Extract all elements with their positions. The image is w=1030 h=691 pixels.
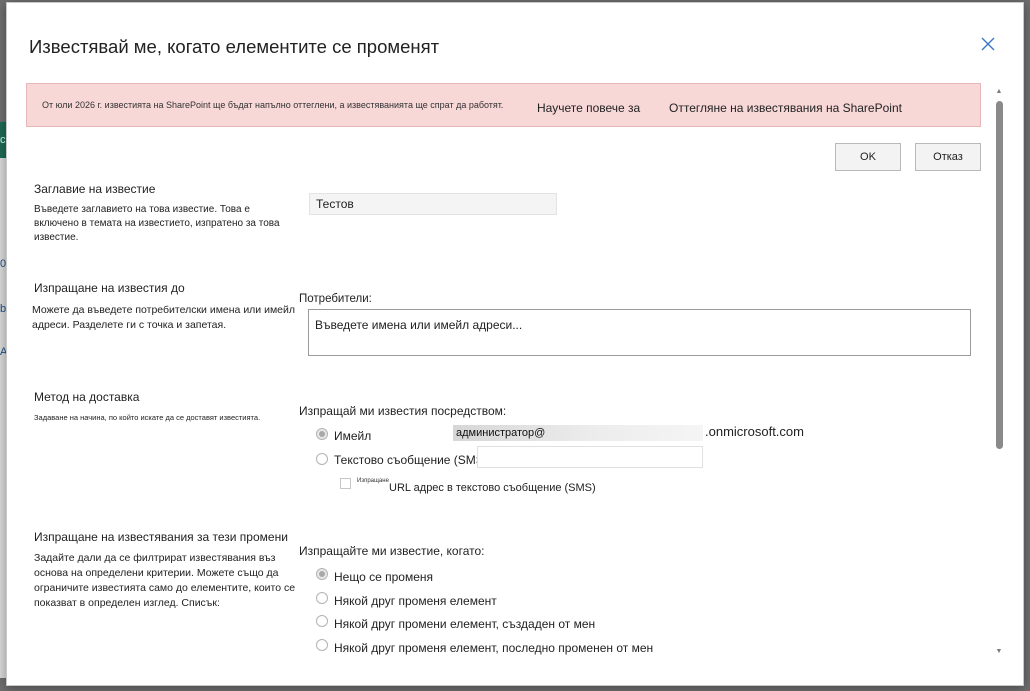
change-option-label: Нещо се променя (334, 570, 433, 584)
retirement-link[interactable]: Оттегляне на известявания на SharePoint (669, 101, 902, 115)
alert-dialog: Известявай ме, когато елементите се пром… (6, 2, 1024, 686)
sms-radio[interactable] (316, 453, 328, 465)
notify-when-label: Изпращайте ми известие, когато: (299, 544, 485, 558)
close-icon (981, 37, 995, 51)
background-letter: c (0, 134, 6, 146)
alert-title-heading: Заглавие на известие (34, 182, 156, 196)
alert-title-input[interactable]: Тестов (309, 193, 557, 215)
dialog-title: Известявай ме, когато елементите се пром… (29, 36, 440, 57)
users-label: Потребители: (299, 293, 372, 305)
sms-url-checkbox-label: URL адрес в текстово съобщение (SMS) (389, 482, 596, 494)
changes-heading: Изпращане на известявания за тези промен… (34, 530, 288, 544)
learn-more-link[interactable]: Научете повече за (537, 101, 640, 115)
sms-radio-label: Текстово съобщение (SMS) (334, 453, 488, 467)
users-input[interactable]: Въведете имена или имейл адреси... (308, 309, 971, 356)
recipients-heading: Изпращане на известия до (34, 281, 185, 295)
send-via-label: Изпращай ми известия посредством: (299, 404, 507, 418)
change-option-label: Някой друг промени елемент, създаден от … (334, 617, 596, 631)
scroll-up-arrow-icon[interactable]: ▲ (993, 87, 1005, 97)
email-local-part: администратор@ (456, 427, 546, 439)
ok-button[interactable]: OK (835, 143, 901, 171)
email-radio[interactable] (316, 428, 328, 440)
change-option-label: Някой друг променя елемент, последно про… (334, 641, 654, 655)
close-button[interactable] (977, 33, 999, 55)
recipients-description: Можете да въведете потребителски имена и… (32, 304, 296, 331)
retirement-banner: От юли 2026 г. известията на SharePoint … (26, 83, 981, 127)
email-domain: .onmicrosoft.com (705, 424, 804, 439)
alert-title-description: Въведете заглавието на това известие. То… (34, 204, 280, 243)
scroll-down-arrow-icon[interactable]: ▼ (993, 647, 1005, 657)
scrollbar-thumb[interactable] (996, 101, 1003, 449)
change-option-label: Някой друг променя елемент (334, 594, 497, 608)
change-option-radio[interactable] (316, 592, 328, 604)
cancel-button[interactable]: Отказ (915, 143, 981, 171)
sms-url-checkbox-tiny-label: Изпращане (357, 478, 389, 484)
change-option-radio[interactable] (316, 639, 328, 651)
vertical-scrollbar[interactable]: ▲ ▼ (993, 87, 1005, 659)
changes-description: Задайте дали да се филтрират известявани… (34, 552, 296, 609)
delivery-method-description: Задаване на начина, по който искате да с… (34, 413, 261, 422)
sms-number-input[interactable] (477, 446, 703, 468)
change-option-radio[interactable] (316, 568, 328, 580)
sms-url-checkbox[interactable] (340, 478, 351, 489)
email-radio-label: Имейл (334, 429, 372, 443)
delivery-method-heading: Метод на доставка (34, 390, 140, 404)
change-option-radio[interactable] (316, 615, 328, 627)
banner-message: От юли 2026 г. известията на SharePoint … (42, 100, 504, 110)
